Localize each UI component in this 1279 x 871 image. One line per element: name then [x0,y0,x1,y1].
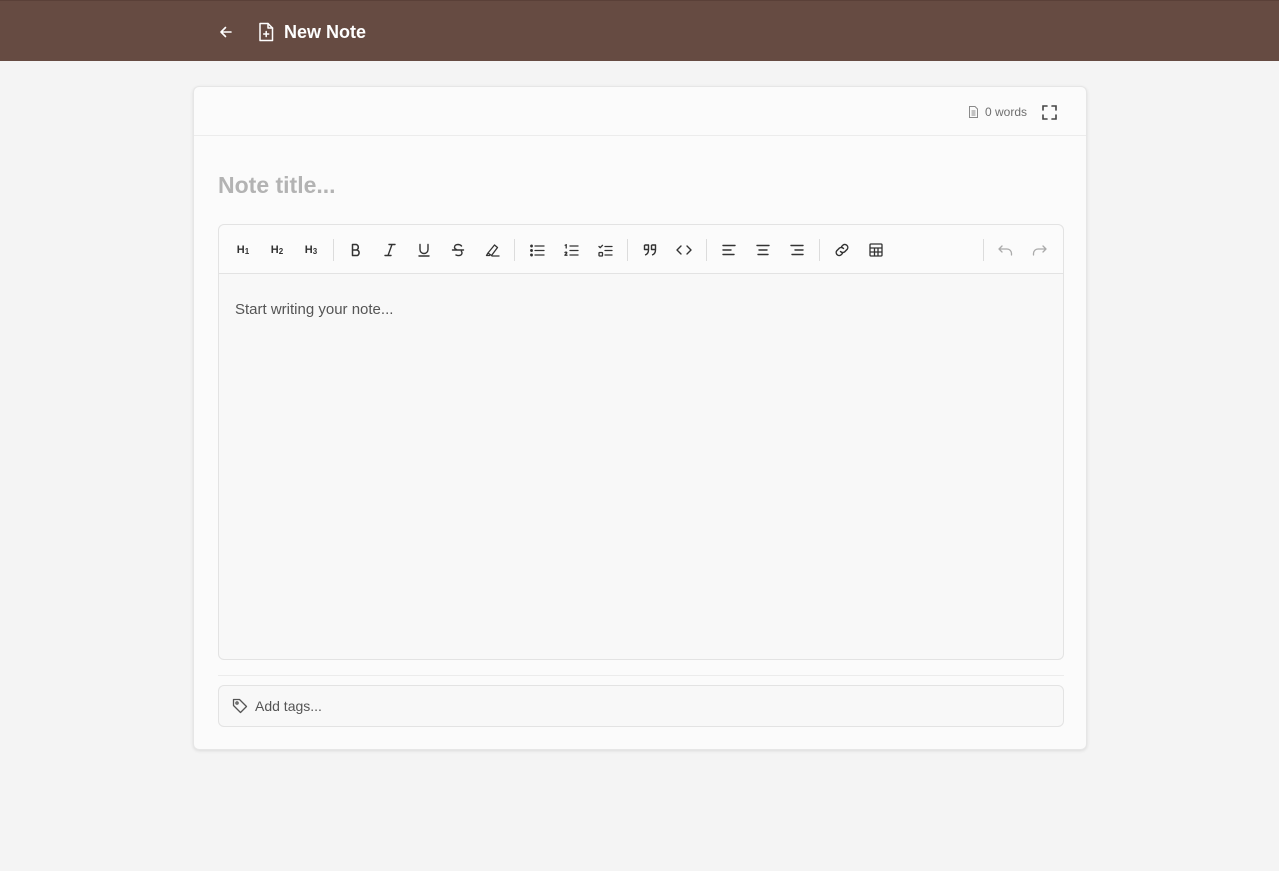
heading-2-label: H2 [270,244,284,256]
note-body-placeholder[interactable]: Start writing your note... [235,301,393,318]
checklist-icon [597,244,613,257]
note-title-input[interactable] [218,169,1058,201]
heading-3-label: H3 [304,244,318,256]
back-button[interactable] [214,20,238,44]
expand-icon [1041,104,1057,120]
bullet-list-button[interactable] [524,237,550,263]
formatting-toolbar: H1 H2 H3 [219,225,1063,274]
arrow-left-icon [220,26,232,38]
task-list-button[interactable] [592,237,618,263]
align-center-icon [756,244,770,256]
undo-icon [997,244,1012,256]
align-right-icon [790,244,804,256]
blockquote-button[interactable] [637,237,663,263]
heading-1-button[interactable]: H1 [230,237,256,263]
quote-icon [643,244,656,256]
file-plus-icon [256,21,276,43]
align-right-button[interactable] [784,237,810,263]
bold-button[interactable] [343,237,369,263]
tag-icon [231,697,249,715]
toolbar-divider [819,239,820,261]
card-header: 0 words [194,87,1086,136]
heading-2-button[interactable]: H2 [264,237,290,263]
strikethrough-button[interactable] [445,237,471,263]
note-editor-card: 0 words H1 H2 H3 [193,86,1087,750]
align-center-button[interactable] [750,237,776,263]
italic-icon [384,243,396,257]
link-icon [835,243,849,257]
redo-button[interactable] [1026,237,1052,263]
heading-1-label: H1 [236,244,250,256]
toolbar-divider [706,239,707,261]
highlighter-icon [485,244,500,257]
tags-input[interactable] [255,698,1035,714]
underline-icon [418,243,430,257]
toolbar-divider [333,239,334,261]
table-button[interactable] [863,237,889,263]
word-count: 0 words [968,105,1027,119]
toolbar-divider [514,239,515,261]
underline-button[interactable] [411,237,437,263]
strikethrough-icon [451,243,465,257]
rich-text-editor: H1 H2 H3 Start writing your note... [218,224,1064,660]
page-title: New Note [284,22,367,42]
redo-icon [1032,244,1047,256]
fullscreen-button[interactable] [1040,103,1058,121]
toolbar-divider [983,239,984,261]
code-button[interactable] [671,237,697,263]
highlight-button[interactable] [479,237,505,263]
align-left-button[interactable] [716,237,742,263]
ordered-list-icon [563,243,579,256]
bullet-list-icon [529,244,545,256]
italic-button[interactable] [377,237,403,263]
table-icon [869,243,883,257]
heading-3-button[interactable]: H3 [298,237,324,263]
top-bar: New Note [0,0,1279,61]
link-button[interactable] [829,237,855,263]
code-icon [676,245,692,255]
word-count-label: 0 words [984,105,1027,119]
bold-icon [351,243,360,257]
divider [218,675,1064,676]
ordered-list-button[interactable] [558,237,584,263]
undo-button[interactable] [992,237,1018,263]
tags-field[interactable] [218,685,1064,727]
align-left-icon [722,244,736,256]
toolbar-divider [627,239,628,261]
document-icon [968,106,978,118]
